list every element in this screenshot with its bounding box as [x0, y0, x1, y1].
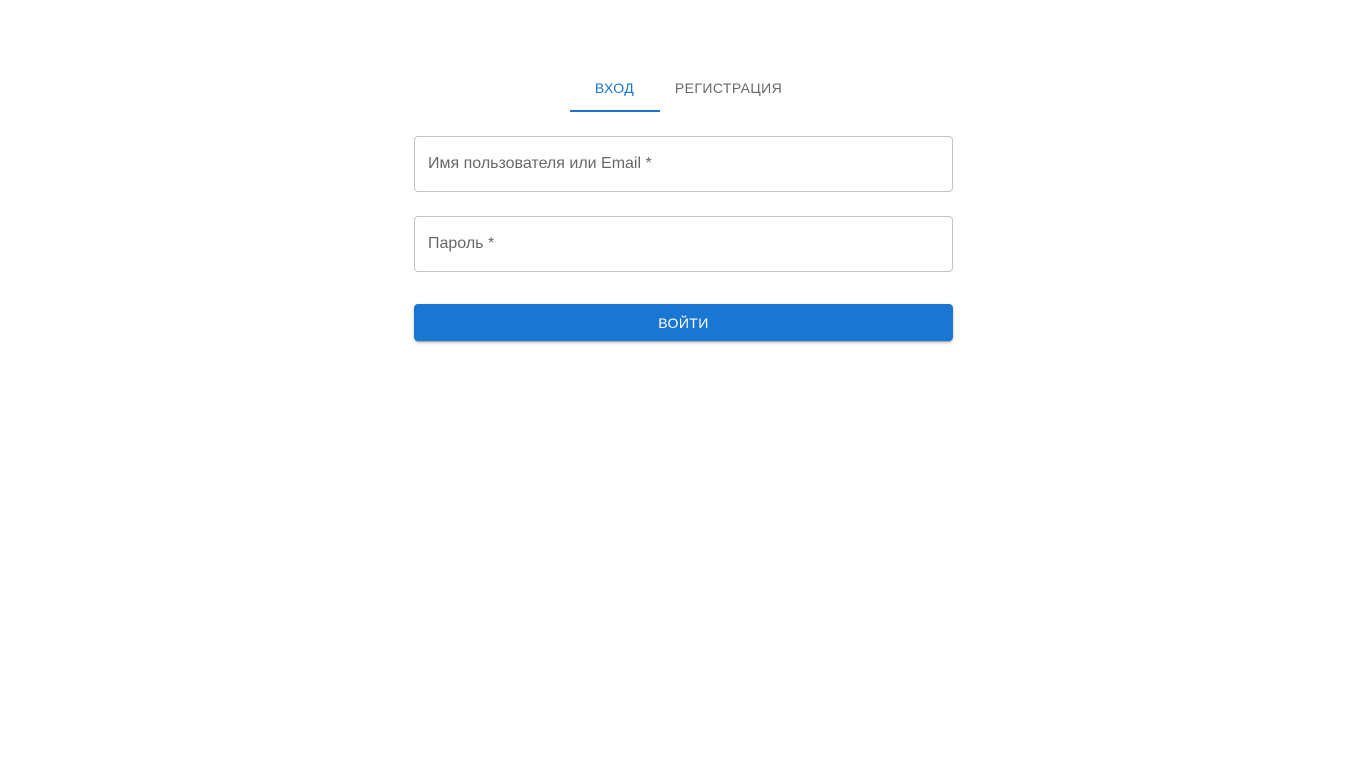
- login-button[interactable]: Войти: [414, 304, 953, 341]
- tab-login-label: Вход: [594, 80, 635, 96]
- auth-panel: Вход Регистрация Имя пользователя или Em…: [414, 64, 953, 341]
- password-input[interactable]: [415, 217, 952, 271]
- username-input[interactable]: [415, 137, 952, 191]
- password-field[interactable]: Пароль *: [414, 216, 953, 272]
- tab-register[interactable]: Регистрация: [660, 64, 798, 112]
- login-button-label: Войти: [658, 314, 709, 331]
- login-form: Имя пользователя или Email * Пароль * Во…: [414, 136, 953, 341]
- username-field[interactable]: Имя пользователя или Email *: [414, 136, 953, 192]
- tab-login[interactable]: Вход: [569, 64, 660, 112]
- tab-register-label: Регистрация: [674, 80, 783, 96]
- auth-tabs: Вход Регистрация: [414, 64, 953, 112]
